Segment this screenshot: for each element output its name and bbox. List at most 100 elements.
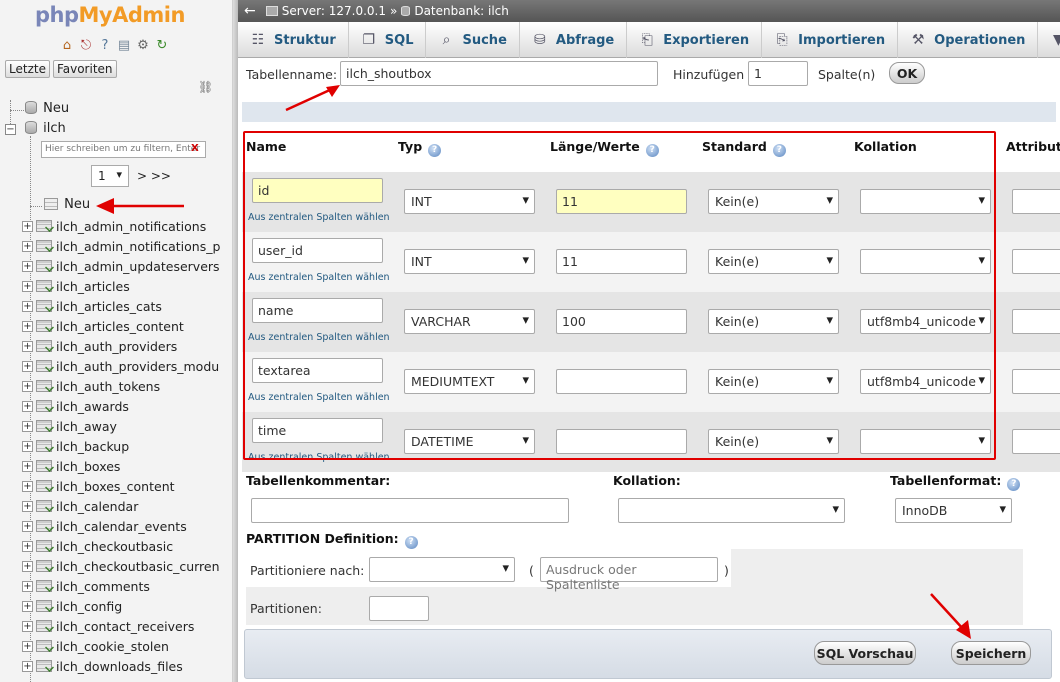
- central-columns-link[interactable]: Aus zentralen Spalten wählen: [248, 452, 390, 463]
- expand-icon[interactable]: +: [22, 440, 33, 452]
- table-list-item[interactable]: + ilch_backup: [22, 436, 222, 456]
- help-icon[interactable]: ?: [772, 144, 786, 157]
- breadcrumb-server[interactable]: Server: 127.0.0.1: [282, 4, 386, 18]
- table-comment-input[interactable]: [251, 498, 569, 523]
- add-columns-count-input[interactable]: 1: [748, 61, 808, 86]
- table-list-item[interactable]: + ilch_auth_providers_modu: [22, 356, 222, 376]
- sql-preview-button[interactable]: SQL Vorschau: [814, 641, 916, 665]
- table-list-item[interactable]: + ilch_calendar_events: [22, 516, 222, 536]
- column-collation-select[interactable]: utf8mb4_unicode: [860, 369, 991, 394]
- column-default-select[interactable]: Kein(e): [708, 189, 839, 214]
- column-length-input[interactable]: [556, 369, 687, 394]
- table-list-item[interactable]: + ilch_articles_content: [22, 316, 222, 336]
- table-list-item[interactable]: + ilch_downloads_files: [22, 656, 222, 676]
- column-default-select[interactable]: Kein(e): [708, 249, 839, 274]
- expand-icon[interactable]: +: [22, 660, 33, 672]
- column-collation-select[interactable]: [860, 189, 991, 214]
- phpmyadmin-logo[interactable]: phpMyAdmin: [35, 3, 185, 27]
- help-icon[interactable]: ?: [1007, 478, 1021, 491]
- column-attributes-select[interactable]: [1012, 189, 1060, 214]
- table-format-select[interactable]: InnoDB: [895, 498, 1012, 523]
- column-length-input[interactable]: 11: [556, 249, 687, 274]
- help-icon[interactable]: ?: [404, 536, 418, 549]
- table-list-item[interactable]: + ilch_articles_cats: [22, 296, 222, 316]
- menu-tab-abfrage[interactable]: ⛁ Abfrage: [520, 22, 628, 58]
- table-list-item[interactable]: + ilch_articles: [22, 276, 222, 296]
- expand-icon[interactable]: +: [22, 480, 33, 492]
- expand-icon[interactable]: +: [22, 340, 33, 352]
- help-icon[interactable]: ?: [645, 144, 659, 157]
- help-icon[interactable]: ?: [97, 38, 113, 54]
- menu-tab-suche[interactable]: ⌕ Suche: [426, 22, 520, 58]
- expand-icon[interactable]: +: [22, 580, 33, 592]
- menu-tab-operationen[interactable]: ⚒ Operationen: [898, 22, 1039, 58]
- table-list-item[interactable]: + ilch_auth_providers: [22, 336, 222, 356]
- expand-icon[interactable]: +: [22, 280, 33, 292]
- column-type-select[interactable]: VARCHAR: [404, 309, 535, 334]
- central-columns-link[interactable]: Aus zentralen Spalten wählen: [248, 392, 390, 403]
- page-next-link[interactable]: > >>: [137, 169, 171, 183]
- expand-icon[interactable]: +: [22, 420, 33, 432]
- table-list-item[interactable]: + ilch_admin_notifications_p: [22, 236, 222, 256]
- column-name-input[interactable]: name: [252, 298, 383, 323]
- filter-clear-button[interactable]: X: [191, 143, 199, 154]
- central-columns-link[interactable]: Aus zentralen Spalten wählen: [248, 272, 390, 283]
- column-name-input[interactable]: textarea: [252, 358, 383, 383]
- partitions-count-input[interactable]: [369, 596, 429, 621]
- home-icon[interactable]: ⌂: [59, 38, 75, 54]
- column-type-select[interactable]: MEDIUMTEXT: [404, 369, 535, 394]
- column-default-select[interactable]: Kein(e): [708, 369, 839, 394]
- table-list-item[interactable]: + ilch_admin_updateservers: [22, 256, 222, 276]
- column-default-select[interactable]: Kein(e): [708, 309, 839, 334]
- tree-database-ilch[interactable]: ilch: [25, 121, 66, 136]
- expand-icon[interactable]: +: [22, 360, 33, 372]
- table-list-item[interactable]: + ilch_config: [22, 596, 222, 616]
- tab-favorites[interactable]: Favoriten: [52, 60, 117, 78]
- docs-icon[interactable]: ▤: [116, 38, 132, 54]
- menu-tab-exportieren[interactable]: ⎗ Exportieren: [627, 22, 763, 58]
- column-type-select[interactable]: INT: [404, 249, 535, 274]
- expand-icon[interactable]: +: [22, 520, 33, 532]
- table-list-item[interactable]: + ilch_auth_tokens: [22, 376, 222, 396]
- expand-icon[interactable]: +: [22, 540, 33, 552]
- menu-tab-sql[interactable]: ❐ SQL: [349, 22, 427, 58]
- central-columns-link[interactable]: Aus zentralen Spalten wählen: [248, 212, 390, 223]
- table-list-item[interactable]: + ilch_away: [22, 416, 222, 436]
- table-list-item[interactable]: + ilch_checkoutbasic: [22, 536, 222, 556]
- back-arrow-icon[interactable]: ←: [244, 3, 256, 19]
- table-collation-select[interactable]: [618, 498, 845, 523]
- menu-tab-struktur[interactable]: ☷ Struktur: [238, 22, 349, 58]
- expand-icon[interactable]: +: [22, 320, 33, 332]
- expand-icon[interactable]: +: [22, 240, 33, 252]
- expand-icon[interactable]: +: [22, 300, 33, 312]
- column-attributes-select[interactable]: [1012, 309, 1060, 334]
- column-name-input[interactable]: time: [252, 418, 383, 443]
- expand-icon[interactable]: +: [22, 640, 33, 652]
- menu-tab-importieren[interactable]: ⎘ Importieren: [762, 22, 899, 58]
- settings-icon[interactable]: ⚙: [135, 38, 151, 54]
- table-list-item[interactable]: + ilch_awards: [22, 396, 222, 416]
- column-collation-select[interactable]: [860, 429, 991, 454]
- column-type-select[interactable]: DATETIME: [404, 429, 535, 454]
- breadcrumb-database[interactable]: Datenbank: ilch: [414, 4, 509, 18]
- partition-by-select[interactable]: [369, 557, 515, 582]
- column-length-input[interactable]: [556, 429, 687, 454]
- page-select[interactable]: 1: [91, 165, 129, 187]
- table-name-input[interactable]: ilch_shoutbox: [340, 61, 658, 86]
- ok-button[interactable]: OK: [889, 62, 925, 84]
- table-list-item[interactable]: + ilch_boxes: [22, 456, 222, 476]
- exit-icon[interactable]: ⎋: [78, 38, 94, 54]
- help-icon[interactable]: ?: [428, 144, 442, 157]
- table-list-item[interactable]: + ilch_boxes_content: [22, 476, 222, 496]
- table-list-item[interactable]: + ilch_checkoutbasic_curren: [22, 556, 222, 576]
- save-button[interactable]: Speichern: [951, 641, 1031, 665]
- column-collation-select[interactable]: [860, 249, 991, 274]
- expand-icon[interactable]: +: [22, 220, 33, 232]
- expand-icon[interactable]: +: [22, 380, 33, 392]
- column-length-input[interactable]: 100: [556, 309, 687, 334]
- expand-icon[interactable]: +: [22, 560, 33, 572]
- expand-icon[interactable]: +: [22, 600, 33, 612]
- table-filter-input[interactable]: Hier schreiben um zu filtern, Enter: [41, 141, 206, 158]
- reload-icon[interactable]: ↻: [154, 38, 170, 54]
- column-attributes-select[interactable]: [1012, 369, 1060, 394]
